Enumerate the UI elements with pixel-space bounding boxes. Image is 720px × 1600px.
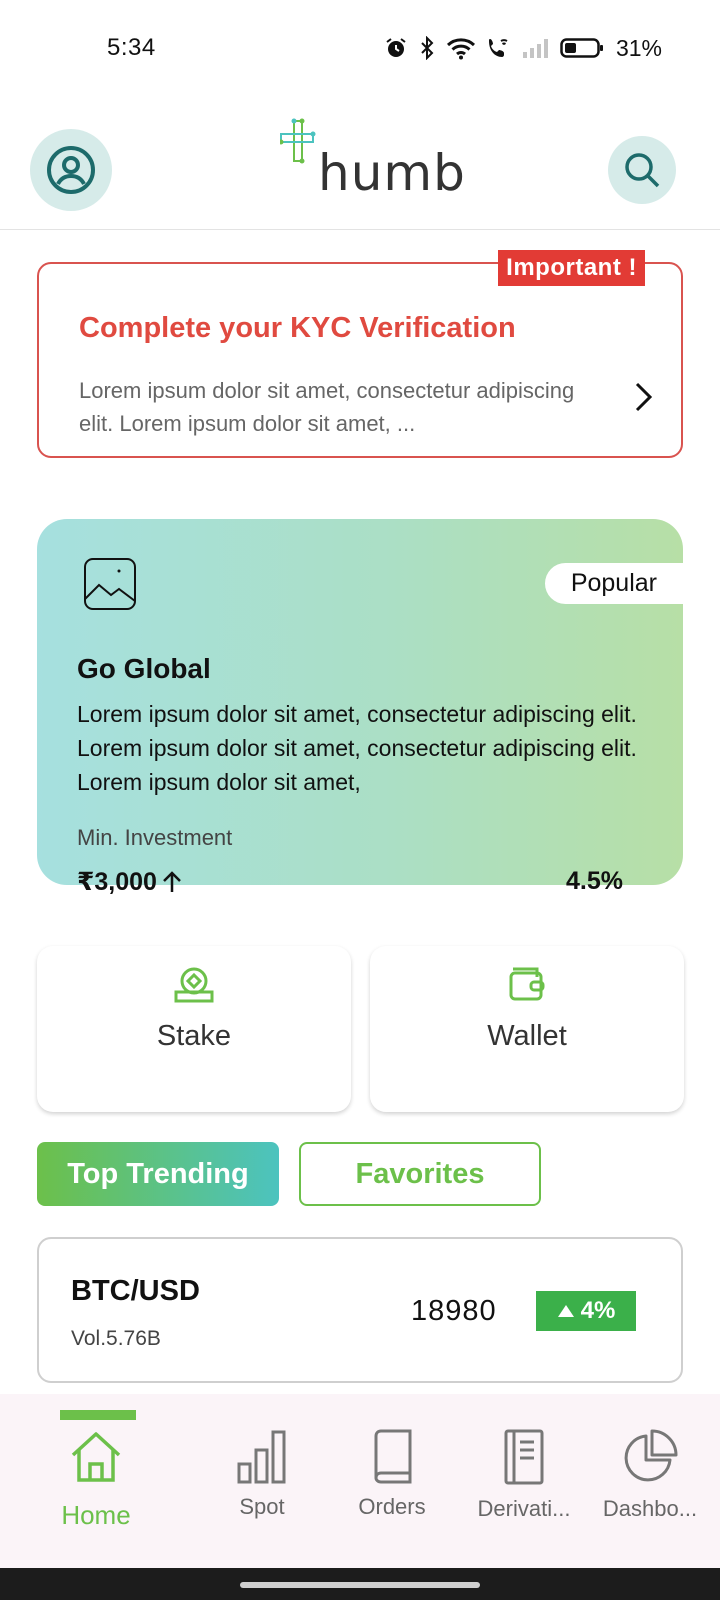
search-icon [625, 153, 660, 188]
promo-rate: 4.5% [566, 867, 623, 895]
nav-derivatives-label: Derivati... [477, 1496, 571, 1521]
nav-derivatives[interactable]: Derivati... [454, 1394, 594, 1568]
tab-top-trending[interactable]: Top Trending [37, 1142, 279, 1206]
profile-icon [47, 146, 95, 194]
kyc-verification-card[interactable]: Important ! Complete your KYC Verificati… [37, 250, 683, 458]
kyc-description: Lorem ipsum dolor sit amet, consectetur … [79, 378, 575, 436]
min-investment-value: ₹3,000 [77, 868, 157, 896]
nav-spot-label: Spot [239, 1494, 285, 1519]
min-investment-amount: ₹3,000 [77, 867, 183, 897]
wifi-icon [446, 38, 475, 60]
nav-home-label: Home [61, 1500, 131, 1530]
nav-orders[interactable]: Orders [322, 1394, 462, 1568]
notebook-icon [504, 1429, 544, 1485]
bottom-nav: Home Spot Orders Derivati... Dashbo... [0, 1394, 720, 1568]
triangle-up-icon [557, 1305, 574, 1317]
pair-name: BTC/USD [71, 1275, 200, 1307]
signal-icon [522, 39, 548, 58]
stake-label: Stake [156, 1020, 232, 1052]
system-nav-bar [0, 1568, 720, 1600]
nav-active-indicator [60, 1410, 136, 1420]
search-button[interactable] [608, 136, 676, 204]
min-investment-label: Min. Investment [77, 825, 233, 850]
home-icon [71, 1432, 121, 1482]
alarm-icon [386, 38, 406, 57]
pair-change-badge: 4% [536, 1291, 636, 1331]
stake-icon [174, 967, 214, 1003]
wallet-label: Wallet [487, 1020, 567, 1052]
status-time: 5:34 [107, 34, 156, 61]
chevron-right-icon[interactable] [631, 380, 655, 414]
arrow-up-icon [163, 871, 181, 892]
nav-orders-label: Orders [358, 1494, 426, 1519]
wallet-icon [509, 967, 545, 1001]
bluetooth-icon [421, 36, 434, 60]
promo-title: Go Global [77, 653, 211, 684]
nav-dashboard[interactable]: Dashbo... [580, 1394, 720, 1568]
status-bar: 5:34 31% [0, 0, 720, 96]
go-global-card[interactable]: Popular Go Global Lorem ipsum dolor sit … [37, 519, 683, 896]
important-badge: Important ! [498, 250, 645, 286]
nav-spot[interactable]: Spot [192, 1394, 332, 1568]
book-icon [374, 1429, 412, 1484]
battery-percent: 31% [615, 34, 662, 61]
stake-button[interactable]: Stake [37, 946, 351, 1112]
home-gesture-handle[interactable] [240, 1582, 480, 1588]
bar-chart-icon [237, 1430, 286, 1484]
wallet-button[interactable]: Wallet [370, 946, 684, 1112]
popular-badge: Popular [544, 563, 683, 604]
pair-change-value: 4% [580, 1297, 616, 1324]
kyc-title: Complete your KYC Verification [79, 312, 516, 344]
promo-description: Lorem ipsum dolor sit amet, consectetur … [77, 701, 637, 795]
battery-icon [560, 38, 603, 58]
pair-volume: Vol.5.76B [71, 1327, 161, 1350]
app-logo: humb [280, 118, 465, 208]
pie-chart-icon [624, 1429, 678, 1482]
image-placeholder-icon [84, 558, 136, 610]
profile-button[interactable] [30, 129, 112, 211]
nav-dashboard-label: Dashbo... [602, 1496, 698, 1521]
status-icons: 31% [384, 34, 662, 62]
tab-favorites[interactable]: Favorites [299, 1142, 541, 1206]
nav-home[interactable]: Home [26, 1394, 166, 1568]
logo-text: humb [318, 144, 466, 202]
market-row-btc-usd[interactable]: BTC/USD Vol.5.76B 18980 4% [37, 1237, 683, 1383]
app-header: humb [0, 112, 720, 230]
pair-price: 18980 [411, 1295, 497, 1327]
wifi-calling-icon [488, 39, 508, 57]
